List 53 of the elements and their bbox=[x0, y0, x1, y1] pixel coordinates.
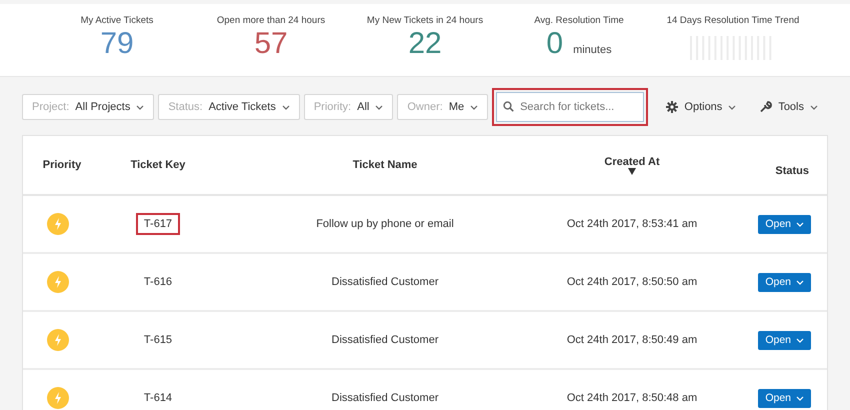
ticket-key: T-615 bbox=[136, 329, 180, 351]
caret-icon bbox=[470, 104, 478, 110]
options-button[interactable]: Options bbox=[656, 101, 746, 113]
search-field[interactable]: Search for tickets... bbox=[496, 92, 644, 122]
created-date: Oct 24th 2017, 8:53:41 am bbox=[566, 218, 698, 230]
stat-value: 79 bbox=[100, 26, 134, 62]
ticket-key: T-616 bbox=[136, 271, 180, 293]
created-date: Oct 24th 2017, 8:50:48 am bbox=[566, 392, 698, 404]
caret-icon bbox=[796, 280, 804, 284]
stat-label: Avg. Resolution Time bbox=[534, 15, 624, 26]
caret-icon bbox=[796, 222, 804, 226]
stat-label: My New Tickets in 24 hours bbox=[366, 15, 484, 26]
ticket-key: T-617 bbox=[136, 213, 180, 235]
stat-value: 0 bbox=[546, 26, 564, 62]
lightning-icon bbox=[47, 329, 69, 351]
ticket-name: Follow up by phone or email bbox=[316, 218, 454, 230]
filter-dropdown[interactable]: Priority: All bbox=[304, 94, 394, 120]
filter-dropdown[interactable]: Project: All Projects bbox=[22, 94, 154, 120]
ticket-name: Dissatisfied Customer bbox=[332, 334, 438, 346]
stat-label: 14 Days Resolution Time Trend bbox=[666, 15, 800, 26]
filter-dropdown[interactable]: Status: Active Tickets bbox=[158, 94, 300, 120]
stat-label: My Active Tickets bbox=[80, 15, 154, 26]
created-date: Oct 24th 2017, 8:50:50 am bbox=[566, 276, 698, 288]
settings-icon bbox=[666, 101, 678, 113]
column-header[interactable]: Created At bbox=[604, 156, 660, 168]
ticket-name: Dissatisfied Customer bbox=[332, 276, 438, 288]
filter-dropdown[interactable]: Owner: Me bbox=[397, 94, 488, 120]
status-dropdown[interactable]: Open bbox=[758, 330, 811, 350]
caret-icon bbox=[810, 104, 818, 110]
column-header[interactable]: Ticket Key bbox=[130, 159, 186, 171]
status-dropdown[interactable]: Open bbox=[758, 272, 811, 292]
ticket-key: T-614 bbox=[136, 387, 180, 409]
stat-value: 57 bbox=[254, 26, 288, 62]
stat-label: Open more than 24 hours bbox=[216, 15, 326, 26]
caret-icon bbox=[136, 104, 144, 110]
stat-unit: minutes bbox=[573, 44, 612, 56]
wrench-icon bbox=[760, 101, 772, 113]
caret-icon bbox=[282, 104, 290, 110]
column-header[interactable]: Priority bbox=[42, 159, 82, 171]
tools-button[interactable]: Tools bbox=[750, 101, 828, 113]
caret-icon bbox=[796, 338, 804, 342]
lightning-icon bbox=[47, 271, 69, 293]
caret-icon bbox=[728, 104, 736, 110]
column-header[interactable]: Status bbox=[775, 165, 809, 177]
status-dropdown[interactable]: Open bbox=[758, 388, 811, 408]
stat-value: 22 bbox=[408, 26, 442, 62]
column-header[interactable]: Ticket Name bbox=[352, 159, 418, 171]
caret-icon bbox=[375, 104, 384, 110]
ticket-name: Dissatisfied Customer bbox=[332, 392, 438, 404]
created-date: Oct 24th 2017, 8:50:49 am bbox=[566, 334, 698, 346]
status-dropdown[interactable]: Open bbox=[758, 214, 811, 234]
lightning-icon bbox=[47, 213, 69, 235]
caret-icon bbox=[796, 396, 804, 400]
